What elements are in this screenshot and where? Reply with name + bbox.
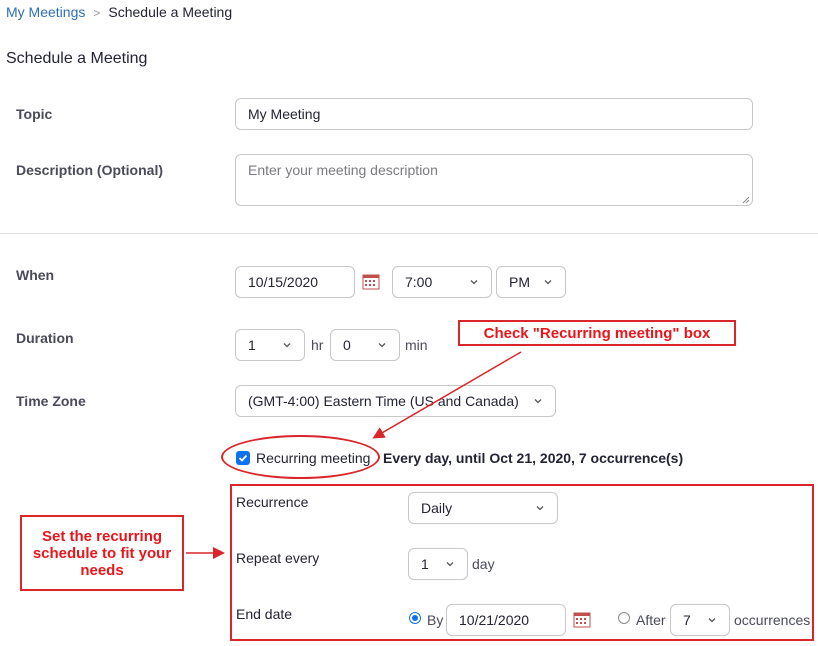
annotation-arrows	[186, 351, 522, 559]
arrow-to-checkbox	[372, 351, 522, 439]
